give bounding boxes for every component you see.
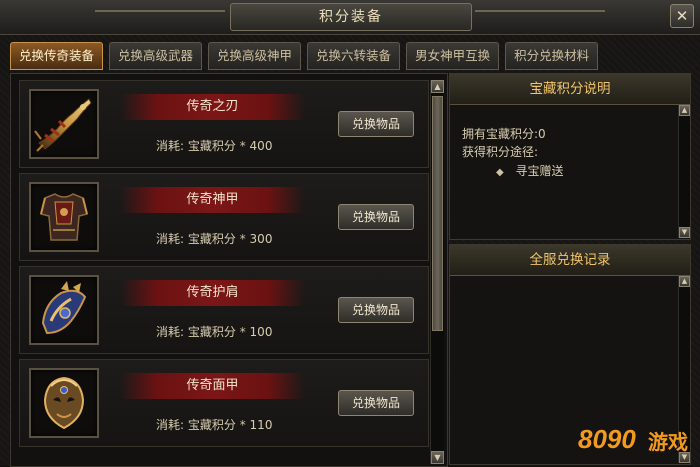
tab-bar: 兑换传奇装备 兑换高级武器 兑换高级神甲 兑换六转装备 男女神甲互换 积分兑换材… bbox=[10, 42, 599, 70]
list-item: 传奇神甲 兑换物品 消耗: 宝藏积分 * 300 bbox=[19, 173, 429, 261]
owned-points: 拥有宝藏积分:0 bbox=[462, 125, 546, 142]
tab-exchange-sixth-tier-gear[interactable]: 兑换六转装备 bbox=[307, 42, 401, 70]
item-name: 传奇神甲 bbox=[120, 187, 305, 213]
cost-currency: 宝藏积分 bbox=[187, 232, 236, 246]
tab-exchange-legendary-gear[interactable]: 兑换传奇装备 bbox=[10, 42, 104, 70]
item-name: 传奇之刃 bbox=[120, 94, 305, 120]
list-item: 传奇护肩 兑换物品 消耗: 宝藏积分 * 100 bbox=[19, 266, 429, 354]
cost-multiplier: * bbox=[239, 139, 246, 153]
cost-multiplier: * bbox=[239, 325, 246, 339]
owned-points-value: 0 bbox=[538, 127, 546, 141]
scroll-thumb[interactable] bbox=[432, 96, 443, 331]
list-item: 传奇面甲 兑换物品 消耗: 宝藏积分 * 110 bbox=[19, 359, 429, 447]
cost-label: 消耗: bbox=[156, 139, 185, 153]
site-watermark-logo: 8090 游戏 bbox=[578, 412, 693, 460]
item-name: 传奇护肩 bbox=[120, 280, 305, 306]
cost-label: 消耗: bbox=[156, 418, 185, 432]
pauldron-icon[interactable] bbox=[29, 275, 99, 345]
scroll-down-arrow-icon[interactable]: ▼ bbox=[431, 451, 444, 464]
points-source-text: 寻宝赠送 bbox=[515, 164, 564, 178]
cost-multiplier: * bbox=[239, 232, 246, 246]
cost-amount: 110 bbox=[249, 418, 273, 432]
points-equipment-window: 积分装备 ✕ 兑换传奇装备 兑换高级武器 兑换高级神甲 兑换六转装备 男女神甲互… bbox=[0, 0, 700, 467]
exchange-button[interactable]: 兑换物品 bbox=[338, 204, 414, 230]
window-title: 积分装备 bbox=[230, 3, 472, 31]
cost-multiplier: * bbox=[239, 418, 246, 432]
exchange-record-title: 全服兑换记录 bbox=[450, 245, 690, 276]
item-list: 传奇之刃 兑换物品 消耗: 宝藏积分 * 400 传奇神甲 兑换物品 消耗: 宝… bbox=[10, 73, 448, 467]
title-ornament-left bbox=[95, 10, 225, 12]
cost-amount: 300 bbox=[249, 232, 273, 246]
item-cost: 消耗: 宝藏积分 * 400 bbox=[156, 137, 272, 154]
owned-points-label: 拥有宝藏积分: bbox=[462, 127, 539, 141]
points-info-panel: 宝藏积分说明 拥有宝藏积分:0 获得积分途径: ◆ 寻宝赠送 ▲ ▼ bbox=[449, 73, 691, 240]
info-scrollbar[interactable]: ▲ ▼ bbox=[678, 105, 690, 238]
close-button[interactable]: ✕ bbox=[670, 4, 694, 28]
points-info-title: 宝藏积分说明 bbox=[450, 74, 690, 105]
exchange-button[interactable]: 兑换物品 bbox=[338, 390, 414, 416]
list-item: 传奇之刃 兑换物品 消耗: 宝藏积分 * 400 bbox=[19, 80, 429, 168]
tab-exchange-advanced-weapons[interactable]: 兑换高级武器 bbox=[109, 42, 203, 70]
cost-amount: 400 bbox=[249, 139, 273, 153]
item-cost: 消耗: 宝藏积分 * 100 bbox=[156, 323, 272, 340]
item-cost: 消耗: 宝藏积分 * 300 bbox=[156, 230, 272, 247]
diamond-bullet-icon: ◆ bbox=[496, 167, 504, 178]
mask-icon[interactable] bbox=[29, 368, 99, 438]
points-source-item: ◆ 寻宝赠送 bbox=[496, 162, 564, 179]
scroll-up-arrow-icon[interactable]: ▲ bbox=[431, 80, 444, 93]
scroll-up-arrow-icon[interactable]: ▲ bbox=[679, 276, 690, 287]
cost-currency: 宝藏积分 bbox=[187, 139, 236, 153]
watermark-number: 8090 bbox=[578, 424, 636, 454]
cost-currency: 宝藏积分 bbox=[187, 418, 236, 432]
points-source-label: 获得积分途径: bbox=[462, 145, 539, 159]
sword-icon[interactable] bbox=[29, 89, 99, 159]
cost-label: 消耗: bbox=[156, 232, 185, 246]
watermark-text: 游戏 bbox=[648, 430, 688, 454]
scroll-up-arrow-icon[interactable]: ▲ bbox=[679, 105, 690, 116]
exchange-button[interactable]: 兑换物品 bbox=[338, 297, 414, 323]
item-name: 传奇面甲 bbox=[120, 373, 305, 399]
title-ornament-right bbox=[475, 10, 605, 12]
scroll-down-arrow-icon[interactable]: ▼ bbox=[679, 227, 690, 238]
cost-label: 消耗: bbox=[156, 325, 185, 339]
armor-icon[interactable] bbox=[29, 182, 99, 252]
title-bar[interactable]: 积分装备 ✕ bbox=[0, 0, 700, 35]
item-cost: 消耗: 宝藏积分 * 110 bbox=[156, 416, 272, 433]
cost-currency: 宝藏积分 bbox=[187, 325, 236, 339]
exchange-button[interactable]: 兑换物品 bbox=[338, 111, 414, 137]
tab-exchange-materials[interactable]: 积分兑换材料 bbox=[505, 42, 599, 70]
list-scrollbar[interactable]: ▲ ▼ bbox=[430, 80, 444, 464]
tab-exchange-advanced-armor[interactable]: 兑换高级神甲 bbox=[208, 42, 302, 70]
cost-amount: 100 bbox=[249, 325, 273, 339]
tab-gender-armor-swap[interactable]: 男女神甲互换 bbox=[406, 42, 500, 70]
